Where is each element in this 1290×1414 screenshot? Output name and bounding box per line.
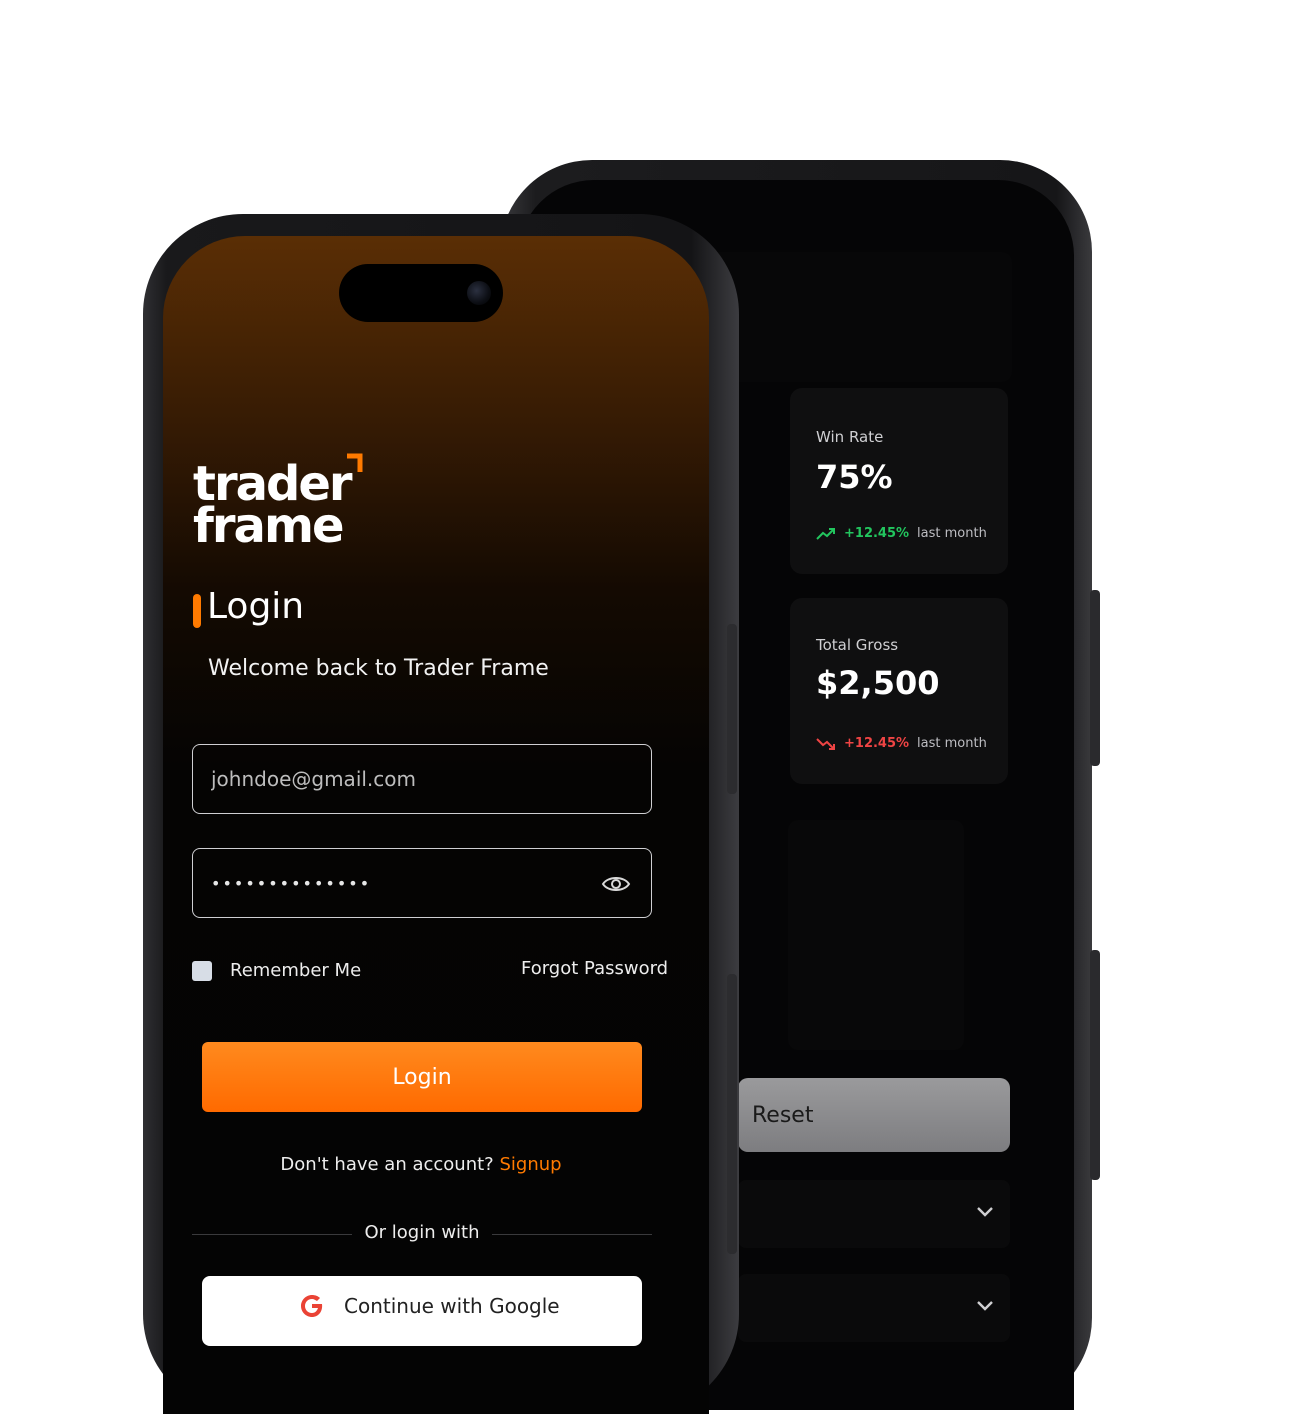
- filter-dropdown-second[interactable]: [738, 1274, 1010, 1342]
- chevron-down-icon: [976, 1296, 994, 1317]
- signup-prompt: Don't have an account?: [280, 1154, 494, 1175]
- eye-icon[interactable]: [601, 869, 631, 899]
- total-gross-value: $2,500: [816, 664, 940, 702]
- win-rate-change: +12.45%: [844, 526, 910, 541]
- trader-frame-logo: trader frame: [193, 453, 373, 572]
- reset-button[interactable]: Reset: [738, 1078, 1010, 1152]
- win-rate-period: last month: [917, 526, 987, 541]
- signup-row: Don't have an account? Signup: [163, 1154, 679, 1175]
- trend-up-icon: [816, 527, 835, 540]
- front-phone-side-button-lower: [727, 974, 737, 1254]
- chevron-down-icon: [976, 1202, 994, 1223]
- front-phone: trader frame Login Welcome back to Trade…: [143, 214, 739, 1414]
- email-input[interactable]: [193, 745, 651, 813]
- page-title: Login: [207, 586, 305, 627]
- login-button[interactable]: Login: [202, 1042, 642, 1112]
- total-gross-trend: +12.45% last month: [816, 736, 987, 751]
- back-phone-side-button-lower: [1090, 950, 1100, 1180]
- remember-me[interactable]: Remember Me: [192, 960, 361, 981]
- total-gross-label: Total Gross: [816, 636, 899, 654]
- front-camera: [467, 281, 491, 305]
- dynamic-island: [339, 264, 503, 322]
- logo-accent-icon: [347, 453, 363, 472]
- google-button-label: Continue with Google: [344, 1294, 560, 1318]
- win-rate-label: Win Rate: [816, 428, 884, 446]
- password-input[interactable]: [193, 849, 651, 917]
- win-rate-value: 75%: [816, 458, 893, 496]
- forgot-password-link[interactable]: Forgot Password: [521, 958, 668, 979]
- total-gross-change: +12.45%: [844, 736, 910, 751]
- logo-line-2: frame: [193, 498, 345, 554]
- win-rate-trend: +12.45% last month: [816, 526, 987, 541]
- win-rate-card: Win Rate 75% +12.45% last month: [790, 388, 1008, 574]
- back-phone-side-button: [1090, 590, 1100, 766]
- signup-link[interactable]: Signup: [499, 1154, 561, 1175]
- trend-down-icon: [816, 737, 835, 750]
- google-login-button[interactable]: Continue with Google: [202, 1276, 642, 1346]
- dashboard-panel-lower: [788, 820, 964, 1050]
- filter-dropdown[interactable]: [738, 1180, 1010, 1248]
- title-accent-bar: [193, 594, 201, 628]
- remember-me-checkbox[interactable]: [192, 960, 212, 981]
- google-icon: [301, 1295, 323, 1317]
- login-screen: trader frame Login Welcome back to Trade…: [163, 236, 709, 1414]
- remember-me-label: Remember Me: [230, 960, 362, 981]
- total-gross-period: last month: [917, 736, 987, 751]
- or-login-with-text: Or login with: [364, 1222, 480, 1243]
- or-divider: Or login with: [192, 1222, 652, 1246]
- total-gross-card: Total Gross $2,500 +12.45% last month: [790, 598, 1008, 784]
- welcome-subtitle: Welcome back to Trader Frame: [208, 656, 549, 681]
- password-field[interactable]: [192, 848, 652, 918]
- front-phone-side-button: [727, 624, 737, 794]
- email-field[interactable]: [192, 744, 652, 814]
